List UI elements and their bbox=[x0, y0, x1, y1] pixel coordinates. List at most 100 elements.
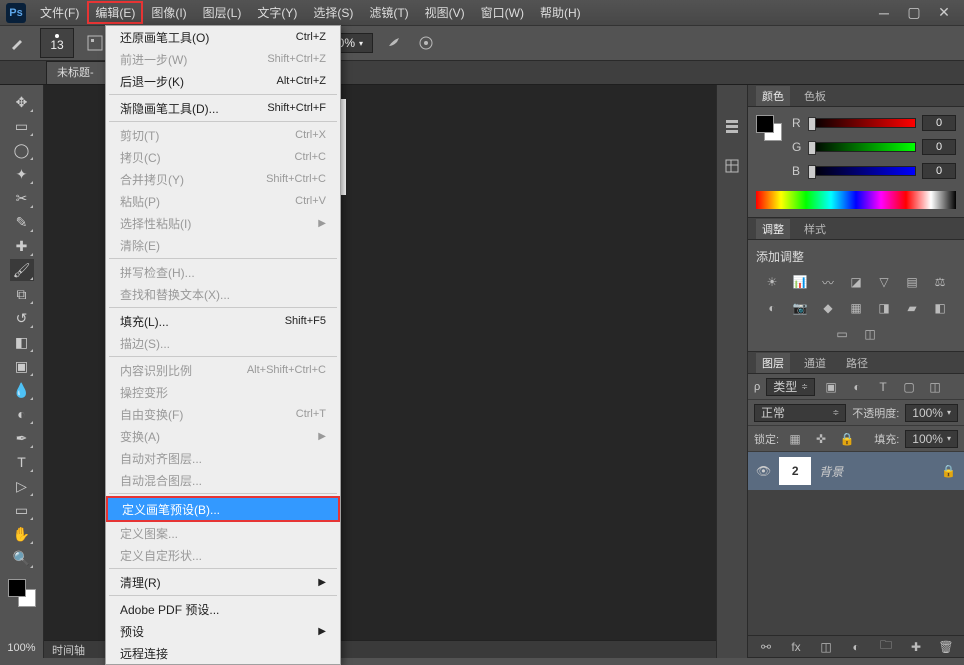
wand-tool[interactable]: ✦ bbox=[10, 163, 34, 185]
edit-menu-item[interactable]: 渐隐画笔工具(D)...Shift+Ctrl+F bbox=[106, 97, 340, 119]
brightness-icon[interactable]: ☀ bbox=[762, 273, 782, 291]
layer-name[interactable]: 背景 bbox=[819, 463, 843, 480]
g-slider[interactable] bbox=[810, 142, 916, 152]
menu-help[interactable]: 帮助(H) bbox=[532, 1, 589, 24]
edit-menu-item[interactable]: 还原画笔工具(O)Ctrl+Z bbox=[106, 26, 340, 48]
stamp-tool[interactable]: ⧉ bbox=[10, 283, 34, 305]
edit-menu-item[interactable]: 预设▶ bbox=[106, 620, 340, 642]
spectrum-bar[interactable] bbox=[756, 191, 956, 209]
layer-opacity-input[interactable]: 100%▾ bbox=[905, 404, 958, 422]
type-tool[interactable]: T bbox=[10, 451, 34, 473]
layer-fx-icon[interactable]: fx bbox=[786, 638, 806, 656]
tab-adjust[interactable]: 调整 bbox=[756, 219, 790, 239]
filter-adjust-icon[interactable]: ◐ bbox=[847, 378, 867, 396]
edit-menu-item[interactable]: 定义画笔预设(B)... bbox=[108, 498, 338, 520]
b-slider[interactable] bbox=[810, 166, 916, 176]
brush-preset-picker[interactable]: 13 bbox=[40, 28, 74, 58]
pressure-size-icon[interactable] bbox=[415, 32, 437, 54]
menu-type[interactable]: 文字(Y) bbox=[249, 1, 305, 24]
threshold-icon[interactable]: ◧ bbox=[930, 299, 950, 317]
lock-pixels-icon[interactable]: ▦ bbox=[785, 430, 805, 448]
link-layers-icon[interactable]: ⚯ bbox=[756, 638, 776, 656]
move-tool[interactable]: ✥ bbox=[10, 91, 34, 113]
edit-menu-item[interactable]: 后退一步(K)Alt+Ctrl+Z bbox=[106, 70, 340, 92]
color-swatch-icon[interactable] bbox=[756, 115, 782, 141]
menu-file[interactable]: 文件(F) bbox=[32, 1, 87, 24]
gradient-tool[interactable]: ▣ bbox=[10, 355, 34, 377]
photofilter-icon[interactable]: 📷 bbox=[790, 299, 810, 317]
minimize-button[interactable]: ─ bbox=[870, 4, 898, 22]
levels-icon[interactable]: 📊 bbox=[790, 273, 810, 291]
close-button[interactable]: ✕ bbox=[930, 4, 958, 22]
lock-all-icon[interactable]: 🔒 bbox=[837, 430, 857, 448]
airbrush-icon[interactable] bbox=[383, 32, 405, 54]
visibility-icon[interactable]: 👁 bbox=[756, 464, 771, 478]
g-value[interactable]: 0 bbox=[922, 139, 956, 155]
new-group-icon[interactable]: 🗀 bbox=[876, 638, 896, 656]
history-brush-tool[interactable]: ↺ bbox=[10, 307, 34, 329]
invert-icon[interactable]: ◨ bbox=[874, 299, 894, 317]
layer-fill-input[interactable]: 100%▾ bbox=[905, 430, 958, 448]
filter-image-icon[interactable]: ▣ bbox=[821, 378, 841, 396]
tab-styles[interactable]: 样式 bbox=[798, 219, 832, 239]
pen-tool[interactable]: ✒ bbox=[10, 427, 34, 449]
gradientmap-icon[interactable]: ▭ bbox=[832, 325, 852, 343]
dodge-tool[interactable]: ◐ bbox=[10, 403, 34, 425]
r-slider[interactable] bbox=[810, 118, 916, 128]
menu-window[interactable]: 窗口(W) bbox=[473, 1, 532, 24]
brush-panel-toggle-icon[interactable] bbox=[84, 32, 106, 54]
bw-icon[interactable]: ◐ bbox=[762, 299, 782, 317]
tab-paths[interactable]: 路径 bbox=[840, 353, 874, 373]
path-select-tool[interactable]: ▷ bbox=[10, 475, 34, 497]
b-value[interactable]: 0 bbox=[922, 163, 956, 179]
edit-menu-item[interactable]: 远程连接 bbox=[106, 642, 340, 664]
selective-icon[interactable]: ◫ bbox=[860, 325, 880, 343]
r-value[interactable]: 0 bbox=[922, 115, 956, 131]
color-picker-swatches[interactable] bbox=[8, 579, 36, 607]
new-adjust-icon[interactable]: ◐ bbox=[846, 638, 866, 656]
maximize-button[interactable]: ▢ bbox=[900, 4, 928, 22]
tab-layers[interactable]: 图层 bbox=[756, 353, 790, 373]
menu-select[interactable]: 选择(S) bbox=[305, 1, 361, 24]
mixer-icon[interactable]: ◆ bbox=[818, 299, 838, 317]
new-layer-icon[interactable]: ✚ bbox=[906, 638, 926, 656]
lasso-tool[interactable]: ◯ bbox=[10, 139, 34, 161]
hand-tool[interactable]: ✋ bbox=[10, 523, 34, 545]
edit-menu-item[interactable]: Adobe PDF 预设... bbox=[106, 598, 340, 620]
edit-menu-item[interactable]: 填充(L)...Shift+F5 bbox=[106, 310, 340, 332]
shape-tool[interactable]: ▭ bbox=[10, 499, 34, 521]
eyedropper-tool[interactable]: ✎ bbox=[10, 211, 34, 233]
lookup-icon[interactable]: ▦ bbox=[846, 299, 866, 317]
crop-tool[interactable]: ✂ bbox=[10, 187, 34, 209]
heal-tool[interactable]: ✚ bbox=[10, 235, 34, 257]
background-layer-row[interactable]: 👁 2 背景 🔒 bbox=[748, 452, 964, 490]
brush-tool[interactable]: 🖌 bbox=[10, 259, 34, 281]
vibrance-icon[interactable]: ▽ bbox=[874, 273, 894, 291]
properties-icon[interactable] bbox=[721, 155, 743, 177]
tab-color[interactable]: 颜色 bbox=[756, 86, 790, 106]
edit-menu-item[interactable]: 清理(R)▶ bbox=[106, 571, 340, 593]
balance-icon[interactable]: ⚖ bbox=[930, 273, 950, 291]
layer-mask-icon[interactable]: ◫ bbox=[816, 638, 836, 656]
blur-tool[interactable]: 💧 bbox=[10, 379, 34, 401]
curves-icon[interactable]: 〰 bbox=[818, 273, 838, 291]
menu-filter[interactable]: 滤镜(T) bbox=[361, 1, 416, 24]
eraser-tool[interactable]: ◧ bbox=[10, 331, 34, 353]
lock-position-icon[interactable]: ✜ bbox=[811, 430, 831, 448]
history-icon[interactable] bbox=[721, 115, 743, 137]
tab-swatch[interactable]: 色板 bbox=[798, 86, 832, 106]
filter-type-icon[interactable]: T bbox=[873, 378, 893, 396]
delete-layer-icon[interactable]: 🗑 bbox=[936, 638, 956, 656]
filter-shape-icon[interactable]: ▢ bbox=[899, 378, 919, 396]
posterize-icon[interactable]: ▰ bbox=[902, 299, 922, 317]
tool-preset-icon[interactable] bbox=[8, 32, 30, 54]
document-tab[interactable]: 未标题- bbox=[46, 61, 109, 84]
hue-icon[interactable]: ▤ bbox=[902, 273, 922, 291]
exposure-icon[interactable]: ◪ bbox=[846, 273, 866, 291]
marquee-tool[interactable]: ▭ bbox=[10, 115, 34, 137]
filter-smart-icon[interactable]: ◫ bbox=[925, 378, 945, 396]
menu-image[interactable]: 图像(I) bbox=[143, 1, 194, 24]
zoom-tool[interactable]: 🔍 bbox=[10, 547, 34, 569]
layer-filter-combo[interactable]: 类型≑ bbox=[766, 378, 815, 396]
tab-channels[interactable]: 通道 bbox=[798, 353, 832, 373]
